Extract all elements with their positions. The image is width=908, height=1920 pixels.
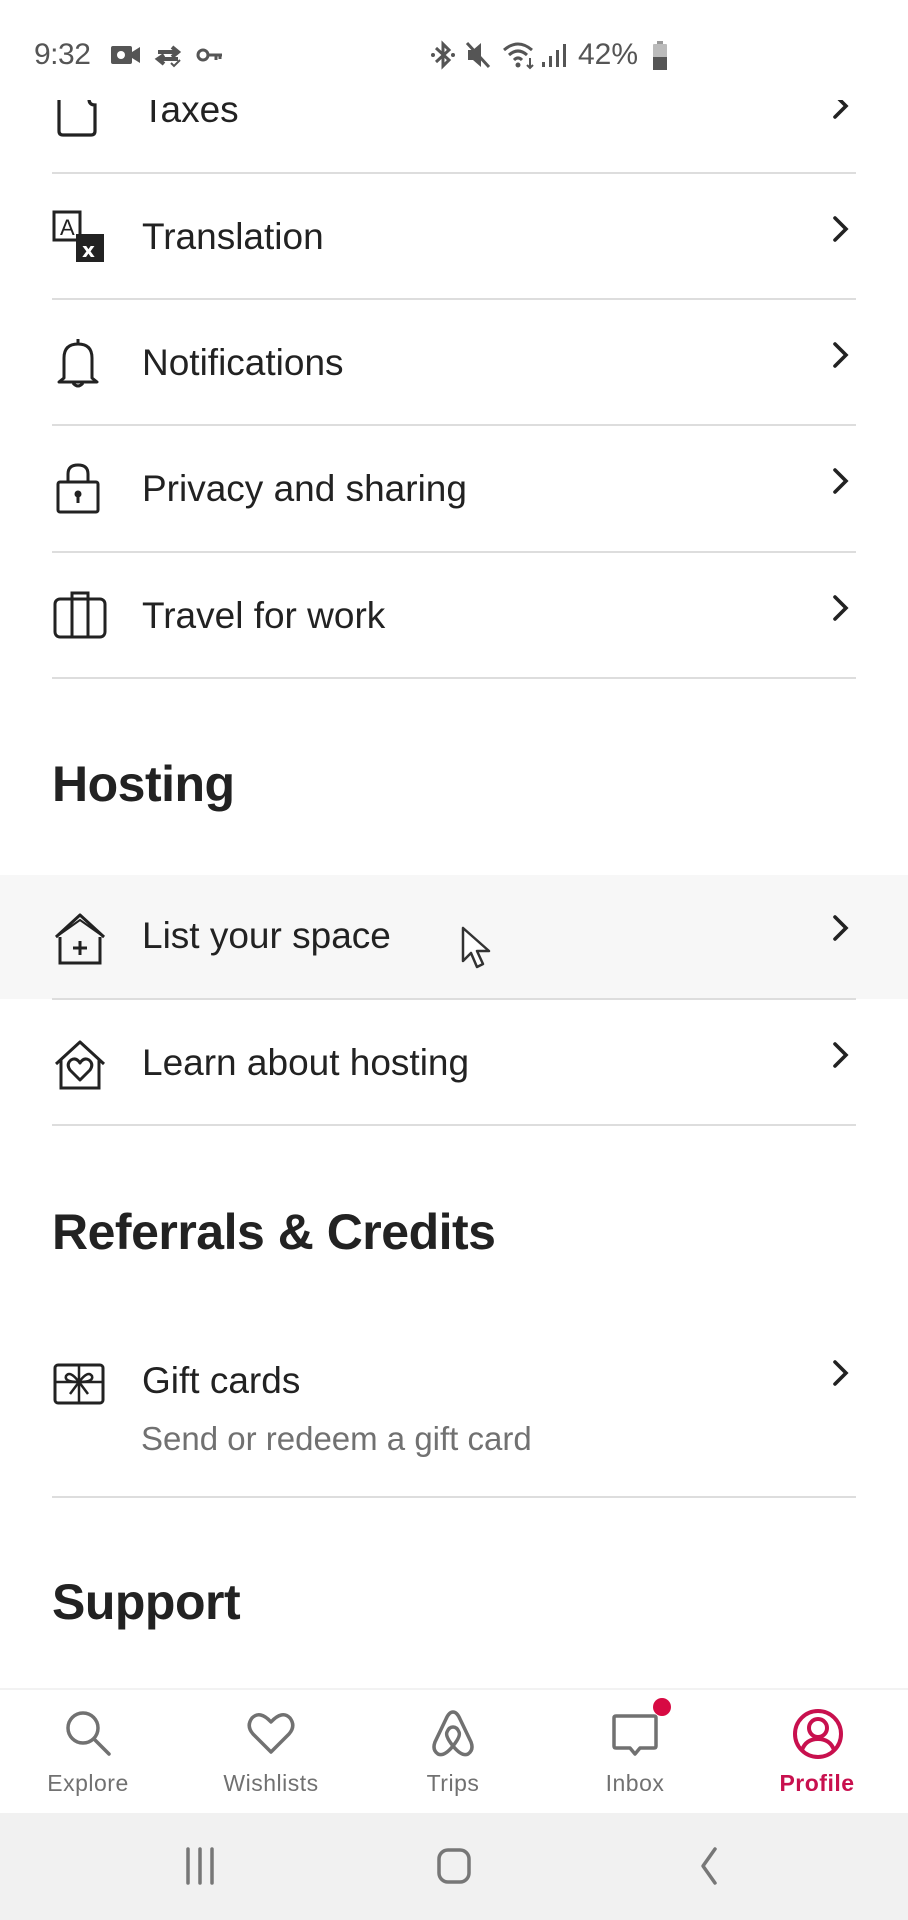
chevron-right-icon [826,1040,854,1072]
section-title-support: Support [52,1574,241,1630]
lock-icon [52,462,104,514]
tab-wishlists[interactable]: Wishlists [180,1690,362,1815]
status-time: 9:32 [34,38,91,71]
mute-icon [464,40,492,69]
translate-icon: Ax [52,210,104,262]
heart-icon [246,1708,296,1758]
airbnb-logo-icon [428,1708,478,1758]
tab-explore[interactable]: Explore [0,1690,179,1815]
chevron-right-icon [826,340,854,372]
row-label: Notifications [142,342,344,383]
sync-check-icon [154,44,184,68]
svg-text:A: A [60,215,75,240]
hosting-row-learn-about-hosting[interactable]: Learn about hosting [0,1000,908,1126]
bottom-tab-bar: Explore Wishlists Trips Inbox Profile [0,1688,908,1813]
battery-percent: 42% [578,38,639,71]
house-plus-icon [52,911,106,965]
row-subtitle: Send or redeem a gift card [141,1420,532,1457]
tab-inbox[interactable]: Inbox [544,1690,726,1815]
settings-row-privacy[interactable]: Privacy and sharing [0,426,908,552]
status-bar: 9:32 42% [0,0,908,100]
settings-row-travel-for-work[interactable]: Travel for work [0,553,908,679]
back-icon[interactable] [678,1841,738,1891]
referrals-row-gift-cards[interactable]: Gift cards Send or redeem a gift card [0,1330,908,1496]
svg-text:x: x [82,238,95,262]
profile-icon [792,1708,843,1759]
chevron-right-icon [826,466,854,498]
search-icon [63,1708,113,1758]
battery-icon [652,41,668,70]
mouse-cursor-icon [460,925,500,975]
recent-apps-icon[interactable] [170,1841,230,1891]
gift-card-icon [52,1362,105,1414]
chevron-right-icon [826,913,854,945]
vpn-key-icon [196,47,224,69]
row-label: Privacy and sharing [142,468,467,509]
row-label: Travel for work [142,595,386,636]
tab-label: Profile [779,1770,855,1796]
house-heart-icon [52,1036,106,1090]
tab-label: Explore [47,1770,129,1796]
tab-label: Inbox [605,1770,665,1796]
suitcase-icon [52,589,107,641]
notification-badge [653,1698,671,1716]
row-label: List your space [142,915,391,956]
settings-row-notifications[interactable]: Notifications [0,300,908,426]
divider [52,677,856,679]
hosting-row-list-your-space[interactable]: List your space [0,875,908,999]
section-title-hosting: Hosting [52,756,235,812]
message-icon [610,1708,660,1758]
tab-label: Wishlists [223,1770,319,1796]
section-title-referrals: Referrals & Credits [52,1204,496,1260]
tab-profile[interactable]: Profile [726,1690,908,1815]
bell-icon [52,336,104,388]
divider [52,1124,856,1126]
chevron-right-icon [826,214,854,246]
bluetooth-icon [430,40,456,70]
tab-trips[interactable]: Trips [362,1690,544,1815]
settings-row-translation[interactable]: Ax Translation [0,174,908,300]
wifi-icon [502,40,538,70]
row-label: Learn about hosting [142,1042,470,1083]
row-label: Gift cards [142,1360,301,1401]
tab-label: Trips [426,1770,480,1796]
video-recording-icon [110,44,142,66]
home-icon[interactable] [424,1841,484,1891]
chevron-right-icon [826,1358,854,1390]
chevron-right-icon [826,593,854,625]
signal-icon [540,42,570,67]
row-label: Translation [142,216,324,257]
divider [52,1496,856,1498]
system-nav-bar [0,1813,908,1920]
